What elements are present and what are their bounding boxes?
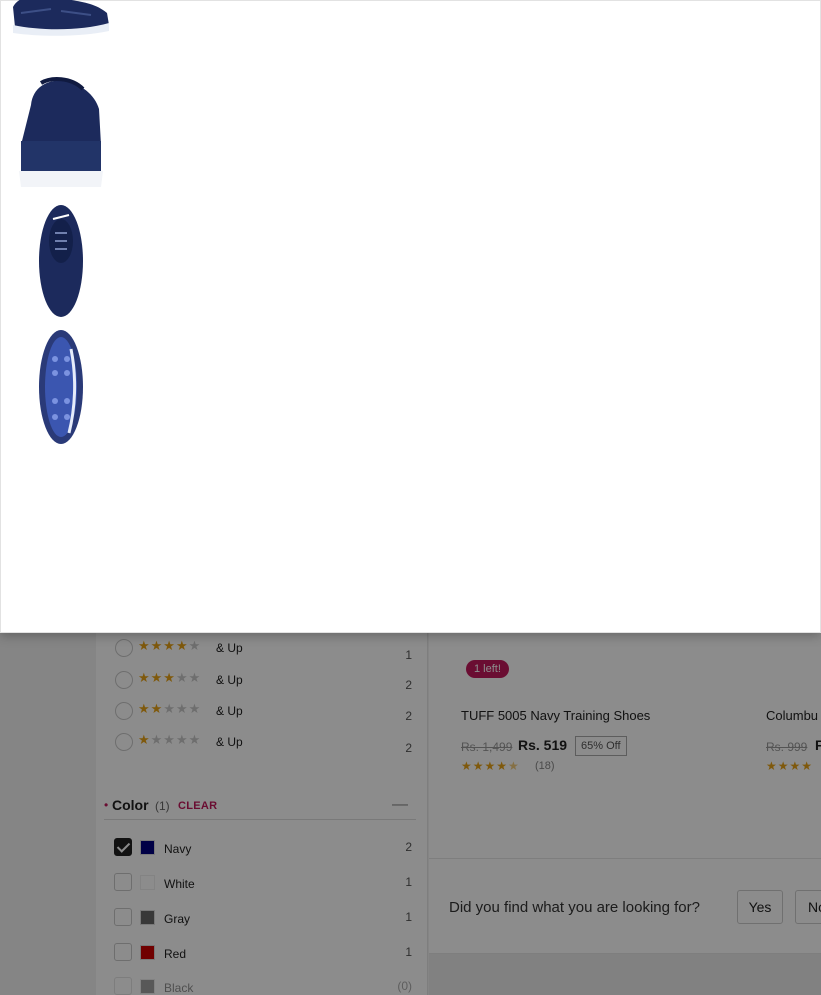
thumbnail-top-view[interactable] (11, 203, 111, 319)
shoe-side-icon (13, 0, 109, 36)
thumbnail-back-view[interactable] (11, 75, 111, 191)
shoe-sole-icon (39, 330, 83, 444)
shoe-back-icon (19, 77, 103, 187)
thumbnail-sole-view[interactable] (11, 329, 111, 445)
thumbnail-side-view[interactable] (11, 0, 111, 43)
product-image-modal (0, 0, 821, 633)
shoe-top-icon (39, 205, 83, 317)
